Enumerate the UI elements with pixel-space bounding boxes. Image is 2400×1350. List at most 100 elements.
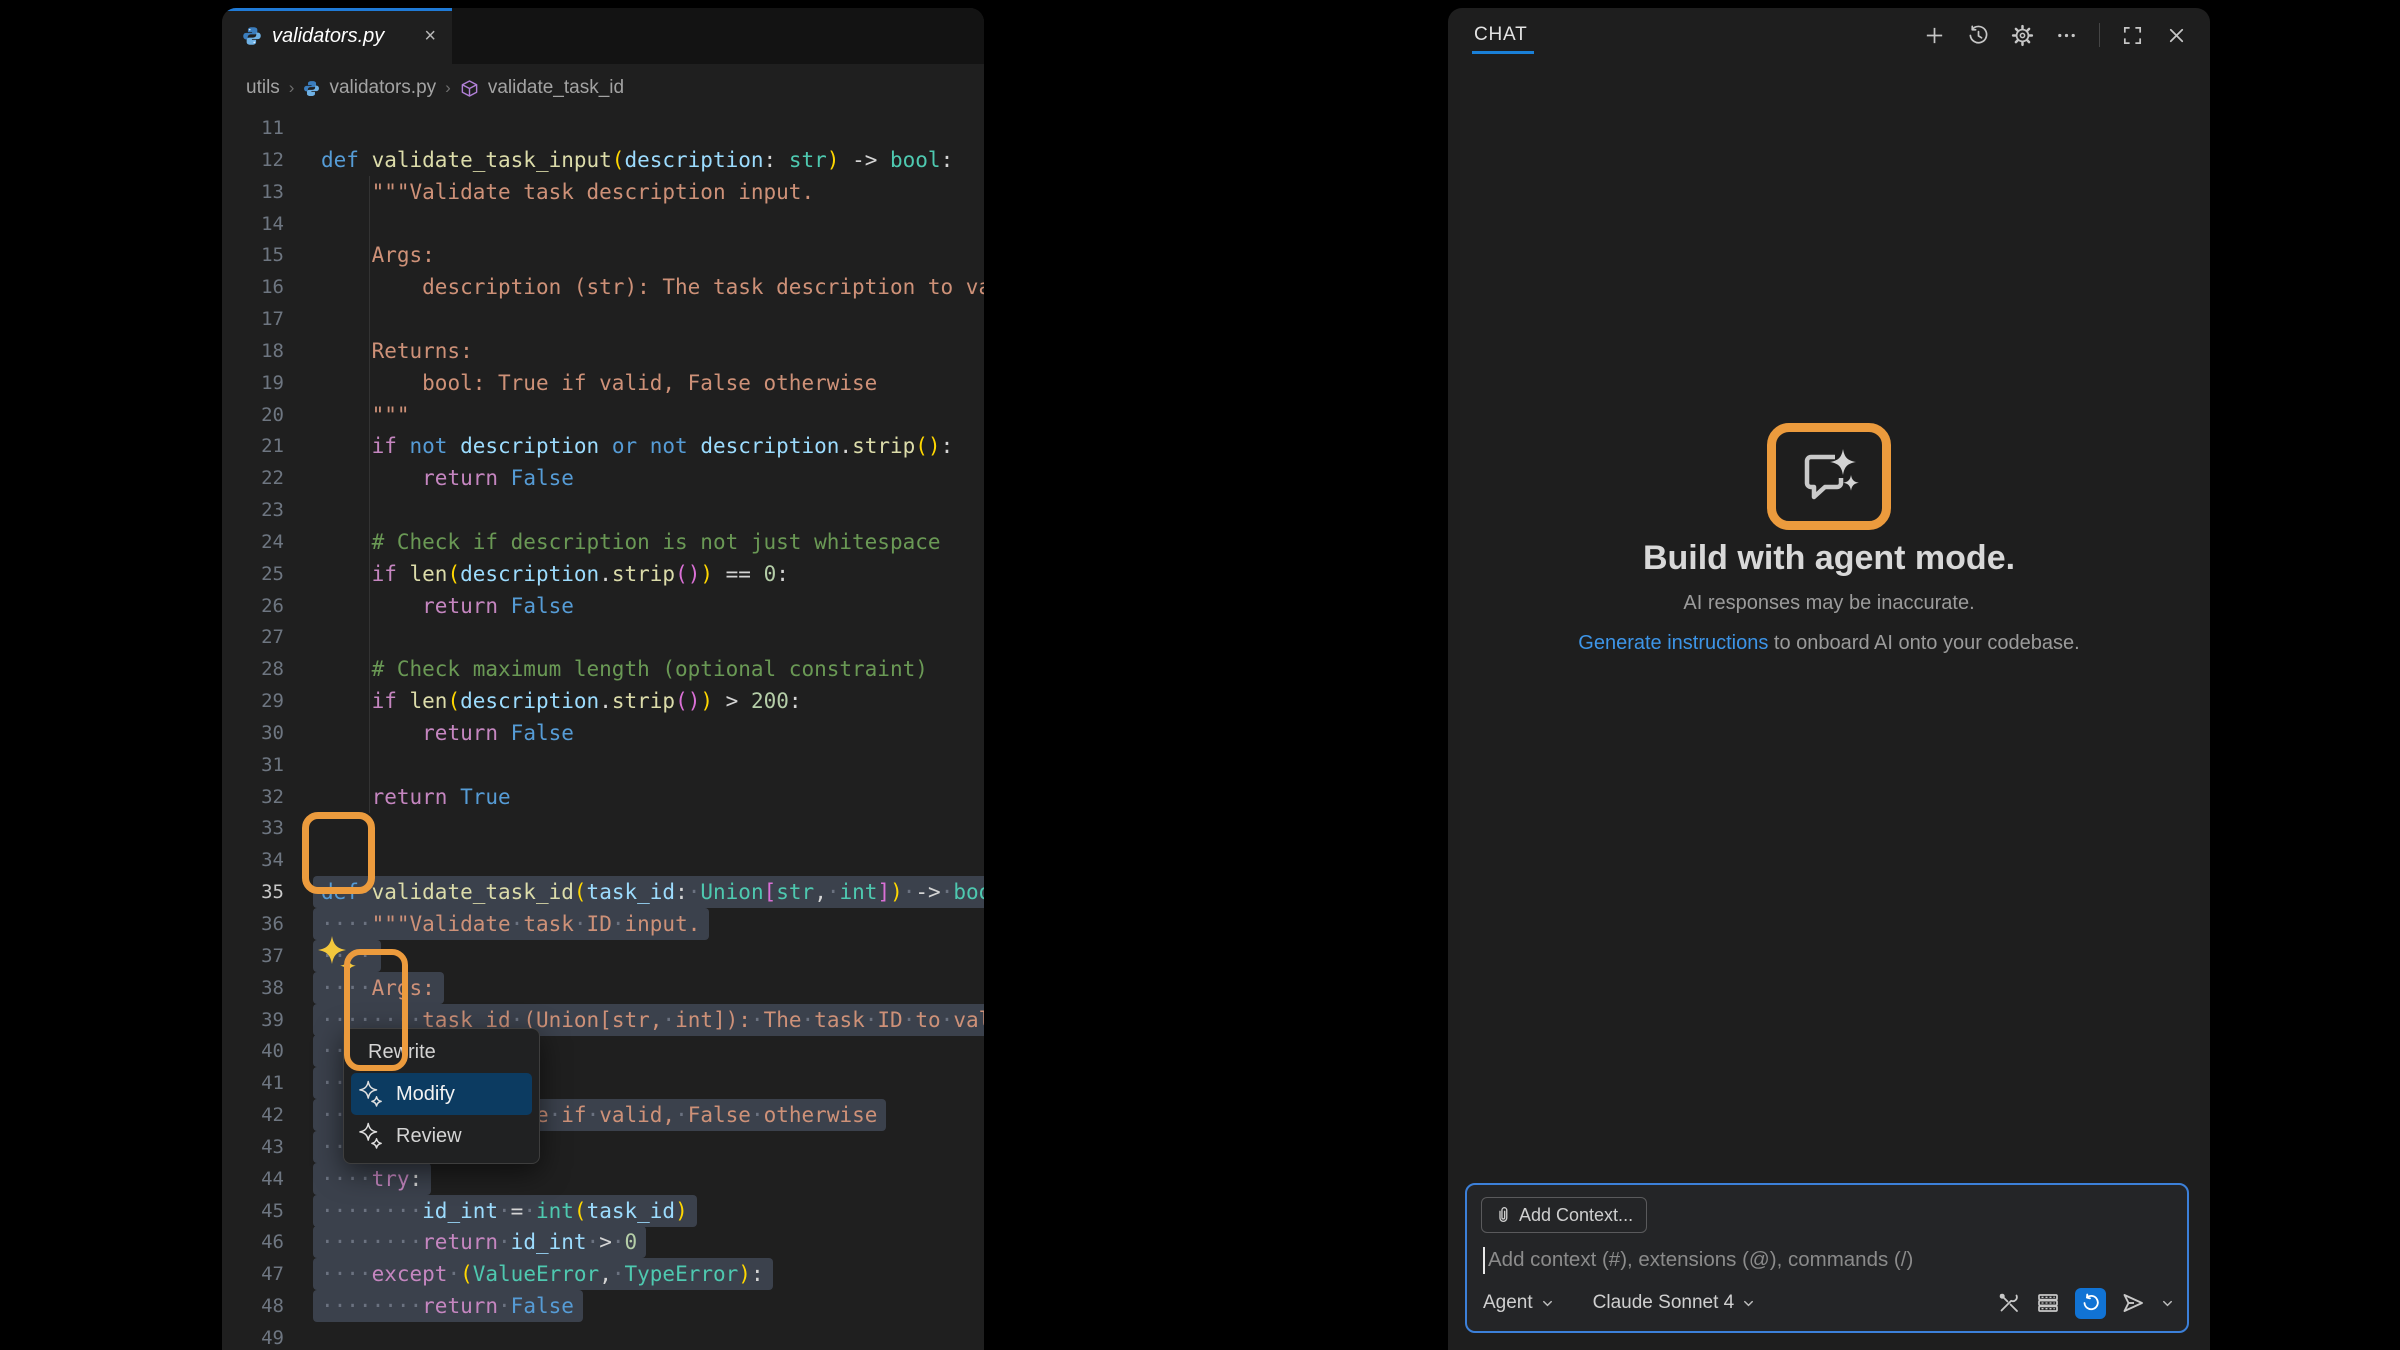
settings-gear-icon[interactable] <box>2011 24 2034 47</box>
line-number: 18 <box>222 335 284 367</box>
new-chat-icon[interactable] <box>1923 24 1946 47</box>
more-actions-icon[interactable] <box>2055 24 2078 47</box>
code-line-15[interactable]: 15 Args: <box>222 239 984 271</box>
code-area[interactable]: 1112def validate_task_input(description:… <box>222 112 984 1350</box>
line-text: # Check if description is not just white… <box>321 526 941 558</box>
code-line-39[interactable]: 39········task_id·(Union[str,·int]):·The… <box>222 1004 984 1036</box>
line-text: return False <box>321 462 574 494</box>
empty-state-title: Build with agent mode. <box>1448 539 2210 578</box>
line-text: def·validate_task_id(task_id:·Union[str,… <box>313 876 984 908</box>
line-number: 27 <box>222 621 284 653</box>
line-text: return False <box>321 717 574 749</box>
breadcrumb-file[interactable]: validators.py <box>329 77 436 99</box>
model-dropdown[interactable]: Claude Sonnet 4 <box>1593 1292 1757 1314</box>
empty-state-subtitle: AI responses may be inaccurate. <box>1448 592 2210 615</box>
code-line-12[interactable]: 12def validate_task_input(description: s… <box>222 144 984 176</box>
breadcrumb: utils › validators.py › validate_task_id <box>222 64 984 112</box>
agent-mode-dropdown[interactable]: Agent <box>1483 1292 1555 1314</box>
breadcrumb-symbol[interactable]: validate_task_id <box>488 77 624 99</box>
code-line-22[interactable]: 22 return False <box>222 462 984 494</box>
line-text: ····except·(ValueError,·TypeError): <box>313 1258 773 1290</box>
chat-input-box[interactable]: Add Context... Add context (#), extensio… <box>1465 1183 2189 1333</box>
line-text: ········return·False <box>313 1290 583 1322</box>
code-line-41[interactable]: 41····Returns: <box>222 1067 984 1099</box>
code-line-32[interactable]: 32 return True <box>222 781 984 813</box>
line-number: 42 <box>222 1099 284 1131</box>
chat-input-actions <box>1997 1288 2175 1319</box>
chat-header-actions <box>1923 23 2210 47</box>
code-line-16[interactable]: 16 description (str): The task descripti… <box>222 271 984 303</box>
chat-tab[interactable]: CHAT <box>1474 8 1528 62</box>
line-number: 37 <box>222 940 284 972</box>
code-line-21[interactable]: 21 if not description or not description… <box>222 430 984 462</box>
desktop-canvas: validators.py × utils › validators.py › … <box>0 0 2400 1350</box>
chevron-down-icon <box>1540 1296 1555 1311</box>
editor-tab-bar: validators.py × <box>222 8 984 64</box>
chat-text-input[interactable]: Add context (#), extensions (@), command… <box>1483 1245 1913 1275</box>
mcp-servers-icon[interactable] <box>2036 1291 2060 1315</box>
code-line-26[interactable]: 26 return False <box>222 590 984 622</box>
code-line-17[interactable]: 17 <box>222 303 984 335</box>
history-icon[interactable] <box>1967 24 1990 47</box>
line-number: 45 <box>222 1195 284 1227</box>
line-number: 11 <box>222 112 284 144</box>
menu-item-label: Modify <box>396 1083 455 1106</box>
menu-item-modify[interactable]: Modify <box>351 1073 532 1115</box>
model-label: Claude Sonnet 4 <box>1593 1292 1735 1314</box>
send-icon[interactable] <box>2121 1291 2145 1315</box>
python-file-icon <box>303 80 320 97</box>
menu-item-review[interactable]: Review <box>344 1115 539 1157</box>
maximize-panel-icon[interactable] <box>2121 24 2144 47</box>
code-line-44[interactable]: 44 ····try: <box>222 1163 984 1195</box>
code-line-25[interactable]: 25 if len(description.strip()) == 0: <box>222 558 984 590</box>
code-line-31[interactable]: 31 <box>222 749 984 781</box>
code-line-46[interactable]: 46········return·id_int·>·0 <box>222 1226 984 1258</box>
code-line-27[interactable]: 27 <box>222 621 984 653</box>
code-line-18[interactable]: 18 Returns: <box>222 335 984 367</box>
agent-mode-label: Agent <box>1483 1292 1533 1314</box>
send-options-chevron-icon[interactable] <box>2160 1296 2175 1311</box>
chat-tab-label: CHAT <box>1474 24 1528 46</box>
code-line-45[interactable]: 45········id_int·=·int(task_id) <box>222 1195 984 1227</box>
line-number: 28 <box>222 653 284 685</box>
tools-icon[interactable] <box>1997 1291 2021 1315</box>
code-line-48[interactable]: 48········return·False <box>222 1290 984 1322</box>
line-number: 13 <box>222 176 284 208</box>
code-line-19[interactable]: 19 bool: True if valid, False otherwise <box>222 367 984 399</box>
chat-panel: CHAT <box>1448 8 2210 1350</box>
line-text: bool: True if valid, False otherwise <box>321 367 877 399</box>
code-line-14[interactable]: 14 <box>222 208 984 240</box>
add-context-button[interactable]: Add Context... <box>1481 1197 1647 1233</box>
chat-input-toolbar: Agent Claude Sonnet 4 <box>1483 1284 2175 1322</box>
close-panel-icon[interactable] <box>2165 24 2188 47</box>
code-line-40[interactable]: 40···· <box>222 1035 984 1067</box>
code-line-47[interactable]: 47····except·(ValueError,·TypeError): <box>222 1258 984 1290</box>
line-number: 24 <box>222 526 284 558</box>
code-line-20[interactable]: 20 """ <box>222 399 984 431</box>
code-line-29[interactable]: 29 if len(description.strip()) > 200: <box>222 685 984 717</box>
code-line-13[interactable]: 13 """Validate task description input. <box>222 176 984 208</box>
line-number: 44 <box>222 1163 284 1195</box>
empty-state-onboard-row: Generate instructions to onboard AI onto… <box>1448 632 2210 655</box>
breadcrumb-separator: › <box>289 78 295 98</box>
tab-validators-py[interactable]: validators.py × <box>222 8 452 64</box>
line-number: 49 <box>222 1322 284 1350</box>
onboard-text: to onboard AI onto your codebase. <box>1768 632 2079 654</box>
code-line-49[interactable]: 49 <box>222 1322 984 1350</box>
generate-instructions-link[interactable]: Generate instructions <box>1578 632 1768 654</box>
auto-approve-toggle[interactable] <box>2075 1288 2106 1319</box>
code-line-42[interactable]: 42········bool:·True·if·valid,·False·oth… <box>222 1099 984 1131</box>
code-line-30[interactable]: 30 return False <box>222 717 984 749</box>
line-number: 34 <box>222 844 284 876</box>
code-line-23[interactable]: 23 <box>222 494 984 526</box>
breadcrumb-folder[interactable]: utils <box>246 77 280 99</box>
code-line-11[interactable]: 11 <box>222 112 984 144</box>
tab-close-icon[interactable]: × <box>424 25 436 48</box>
line-text: ····try: <box>313 1163 431 1195</box>
line-number: 26 <box>222 590 284 622</box>
line-text: if len(description.strip()) == 0: <box>321 558 789 590</box>
text-cursor <box>1483 1247 1485 1274</box>
code-line-28[interactable]: 28 # Check maximum length (optional cons… <box>222 653 984 685</box>
code-line-24[interactable]: 24 # Check if description is not just wh… <box>222 526 984 558</box>
code-line-43[interactable]: 43····""" <box>222 1131 984 1163</box>
